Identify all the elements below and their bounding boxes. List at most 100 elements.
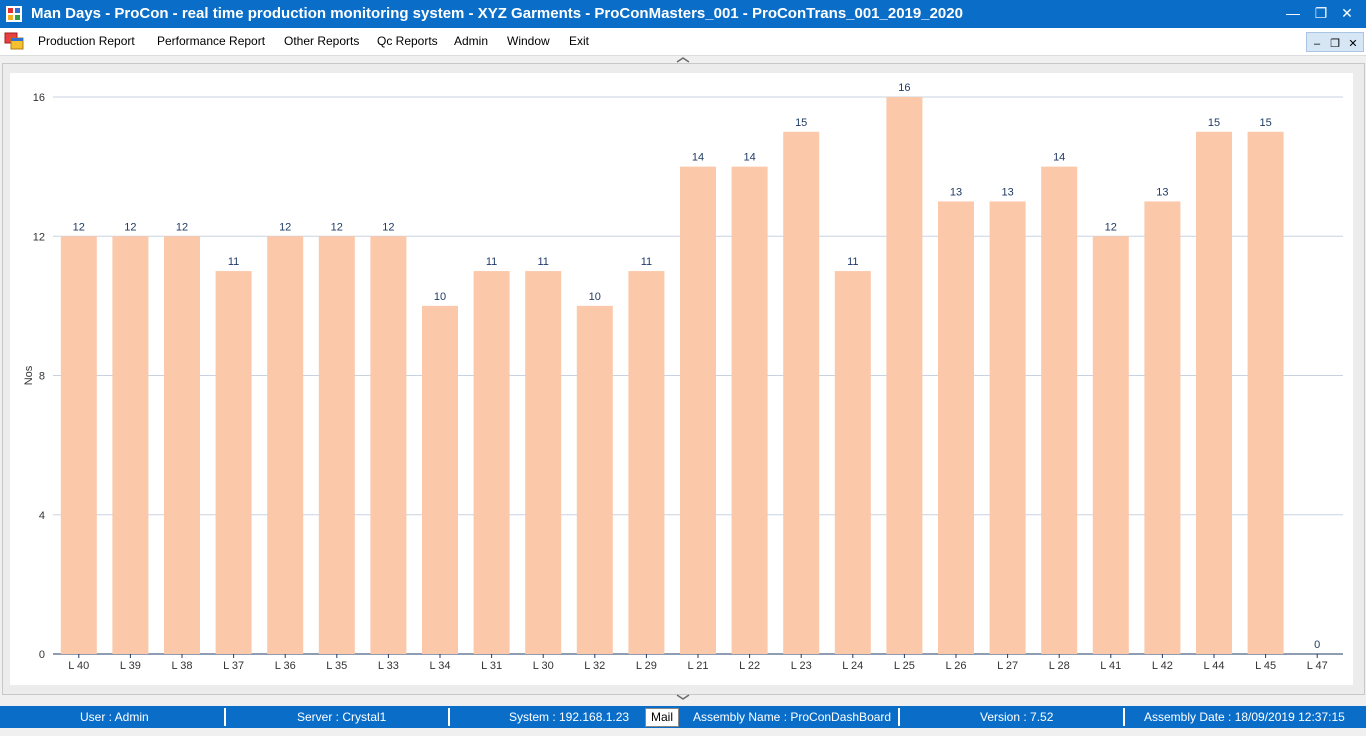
menu-exit[interactable]: Exit: [569, 34, 589, 48]
mdi-close-icon[interactable]: ✕: [1345, 36, 1361, 52]
bar: [1196, 131, 1232, 654]
status-system: System : 192.168.1.23: [509, 710, 630, 724]
data-label: 13: [950, 186, 962, 198]
bar: [525, 271, 562, 654]
data-label: 13: [1156, 186, 1168, 198]
bar: [834, 271, 871, 654]
bar: [60, 236, 97, 654]
bar: [783, 131, 820, 654]
x-tick-label: L 23: [791, 660, 812, 672]
status-bar: User : Admin Server : Crystal1 System : …: [0, 706, 1366, 728]
x-tick-label: L 26: [945, 660, 966, 672]
data-label: 14: [743, 152, 755, 164]
bar: [112, 236, 149, 654]
y-tick-label: 4: [39, 510, 45, 522]
bar: [628, 271, 665, 654]
x-tick-label: L 37: [223, 660, 244, 672]
x-tick-label: L 32: [584, 660, 605, 672]
data-label: 14: [1053, 152, 1065, 164]
data-label: 15: [795, 117, 807, 129]
y-tick-label: 16: [33, 92, 45, 104]
data-label: 11: [847, 256, 858, 268]
bar: [731, 166, 768, 654]
status-separator: [224, 708, 226, 726]
data-label: 10: [434, 291, 446, 303]
data-label: 11: [641, 256, 652, 268]
bottom-strip: [0, 728, 1366, 736]
bar: [267, 236, 304, 654]
data-label: 12: [124, 221, 136, 233]
x-tick-label: L 40: [68, 660, 89, 672]
menu-window[interactable]: Window: [507, 34, 550, 48]
mdi-child-icon[interactable]: [4, 32, 24, 50]
data-label: 14: [692, 152, 704, 164]
data-label: 15: [1208, 117, 1220, 129]
x-tick-label: L 36: [275, 660, 296, 672]
restore-icon[interactable]: ❐: [1310, 3, 1332, 23]
data-label: 12: [331, 221, 343, 233]
data-label: 12: [73, 221, 85, 233]
minimize-icon[interactable]: —: [1282, 3, 1304, 23]
x-tick-label: L 39: [120, 660, 141, 672]
x-tick-label: L 25: [894, 660, 915, 672]
x-tick-label: L 30: [533, 660, 554, 672]
x-tick-label: L 22: [739, 660, 760, 672]
status-separator: [1123, 708, 1125, 726]
window-title: Man Days - ProCon - real time production…: [31, 5, 963, 22]
data-label: 13: [1001, 186, 1013, 198]
menu-production-report[interactable]: Production Report: [38, 34, 135, 48]
data-label: 12: [1105, 221, 1117, 233]
bar: [1144, 201, 1181, 654]
splitter-down-icon[interactable]: [676, 694, 690, 700]
status-assembly-name: Assembly Name : ProConDashBoard: [693, 710, 892, 724]
bar: [1092, 236, 1129, 654]
x-tick-label: L 29: [636, 660, 657, 672]
data-label: 0: [1314, 639, 1320, 651]
status-version: Version : 7.52: [980, 710, 1054, 724]
x-tick-label: L 24: [842, 660, 863, 672]
y-axis-label: Nos: [23, 365, 35, 385]
bar: [1247, 131, 1284, 654]
bar: [473, 271, 510, 654]
status-user: User : Admin: [80, 710, 149, 724]
status-separator: [448, 708, 450, 726]
x-tick-label: L 44: [1203, 660, 1224, 672]
bar: [422, 305, 458, 654]
x-tick-label: L 35: [326, 660, 347, 672]
data-label: 12: [382, 221, 394, 233]
man-days-chart: 0 4 8 12 16 Nos 12 L 40 12 L 39 12 L 38 11 L 37 12 L 36…: [23, 82, 1343, 672]
data-label: 15: [1259, 117, 1271, 129]
x-tick-label: L 21: [687, 660, 708, 672]
x-tick-label: L 31: [481, 660, 502, 672]
app-icon: [6, 6, 22, 22]
x-tick-label: L 47: [1307, 660, 1328, 672]
x-tick-label: L 34: [429, 660, 450, 672]
bar: [938, 201, 974, 654]
mail-tooltip[interactable]: Mail: [645, 708, 679, 727]
mdi-controls: – ❐ ✕: [1306, 32, 1364, 52]
bar: [370, 236, 407, 654]
data-label: 12: [279, 221, 291, 233]
data-label: 10: [589, 291, 601, 303]
mdi-minimize-icon[interactable]: –: [1309, 36, 1325, 52]
x-tick-label: L 38: [171, 660, 192, 672]
data-label: 12: [176, 221, 188, 233]
menu-qc-reports[interactable]: Qc Reports: [377, 34, 438, 48]
y-tick-label: 8: [39, 371, 45, 383]
data-label: 11: [228, 256, 239, 268]
x-tick-label: L 45: [1255, 660, 1276, 672]
x-tick-label: L 28: [1049, 660, 1070, 672]
x-tick-label: L 41: [1100, 660, 1121, 672]
bar: [886, 97, 923, 654]
bar: [1041, 166, 1078, 654]
bar: [680, 166, 716, 654]
close-icon[interactable]: ✕: [1336, 3, 1358, 23]
bar: [215, 271, 252, 654]
menu-performance-report[interactable]: Performance Report: [157, 34, 265, 48]
menu-other-reports[interactable]: Other Reports: [284, 34, 359, 48]
status-server: Server : Crystal1: [297, 710, 387, 724]
mdi-restore-icon[interactable]: ❐: [1327, 36, 1343, 52]
menu-admin[interactable]: Admin: [454, 34, 488, 48]
title-bar: Man Days - ProCon - real time production…: [0, 0, 1366, 28]
status-separator: [898, 708, 900, 726]
